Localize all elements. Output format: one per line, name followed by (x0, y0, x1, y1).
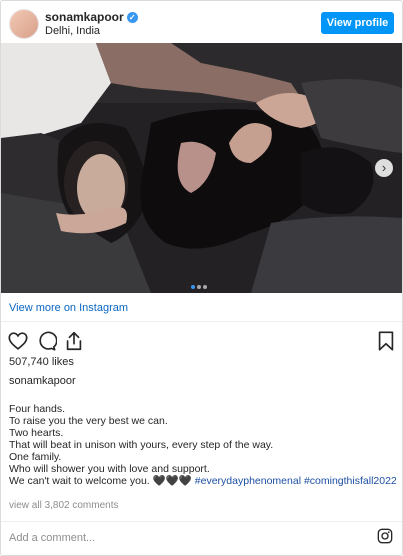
verified-badge-icon: ✓ (126, 12, 138, 24)
divider (1, 521, 402, 522)
avatar[interactable] (9, 9, 39, 39)
carousel-indicator (191, 276, 209, 293)
location[interactable]: Delhi, India (45, 25, 100, 37)
caption-line: Four hands. (9, 403, 66, 415)
instagram-icon[interactable] (377, 528, 393, 544)
view-comments-link[interactable]: view all 3,802 comments (9, 500, 119, 511)
hashtag-link[interactable]: #comingthisfall2022 (304, 475, 397, 487)
bookmark-icon[interactable] (375, 330, 397, 352)
chevron-right-icon[interactable]: › (375, 159, 393, 177)
caption-last-line: We can't wait to welcome you. 🖤🖤🖤 #every… (9, 475, 399, 487)
post-photo (1, 43, 402, 293)
hashtag-link[interactable]: #everydayphenomenal (195, 475, 301, 487)
username-link[interactable]: sonamkapoor ✓ (45, 10, 138, 24)
caption-line: Who will shower you with love and suppor… (9, 463, 210, 475)
view-more-link[interactable]: View more on Instagram (9, 302, 128, 314)
comment-icon[interactable] (35, 330, 57, 352)
caption-line: One family. (9, 451, 62, 463)
username[interactable]: sonamkapoor (45, 10, 124, 24)
action-bar (1, 326, 402, 356)
view-profile-button[interactable]: View profile (321, 12, 394, 34)
share-icon[interactable] (63, 330, 85, 352)
caption-line: We can't wait to welcome you. (9, 475, 153, 487)
carousel-dot-1 (191, 285, 195, 289)
caption-line: To raise you the very best we can. (9, 415, 168, 427)
instagram-embed-card: sonamkapoor ✓ Delhi, India View profile › (0, 0, 403, 556)
post-header: sonamkapoor ✓ Delhi, India View profile (1, 1, 402, 43)
heart-icon[interactable] (7, 330, 29, 352)
carousel-dot-3 (203, 285, 207, 289)
caption-text: Four hands. To raise you the very best w… (9, 403, 399, 487)
post-image[interactable]: › (1, 43, 402, 293)
caption-username[interactable]: sonamkapoor (9, 375, 76, 387)
likes-count[interactable]: 507,740 likes (9, 356, 74, 368)
add-comment-field[interactable]: Add a comment... (9, 532, 95, 544)
divider (1, 321, 402, 322)
caption-line: Two hearts. (9, 427, 64, 439)
heart-emojis: 🖤🖤🖤 (152, 475, 192, 487)
carousel-dot-2 (197, 285, 201, 289)
caption-line: That will beat in unison with yours, eve… (9, 439, 274, 451)
